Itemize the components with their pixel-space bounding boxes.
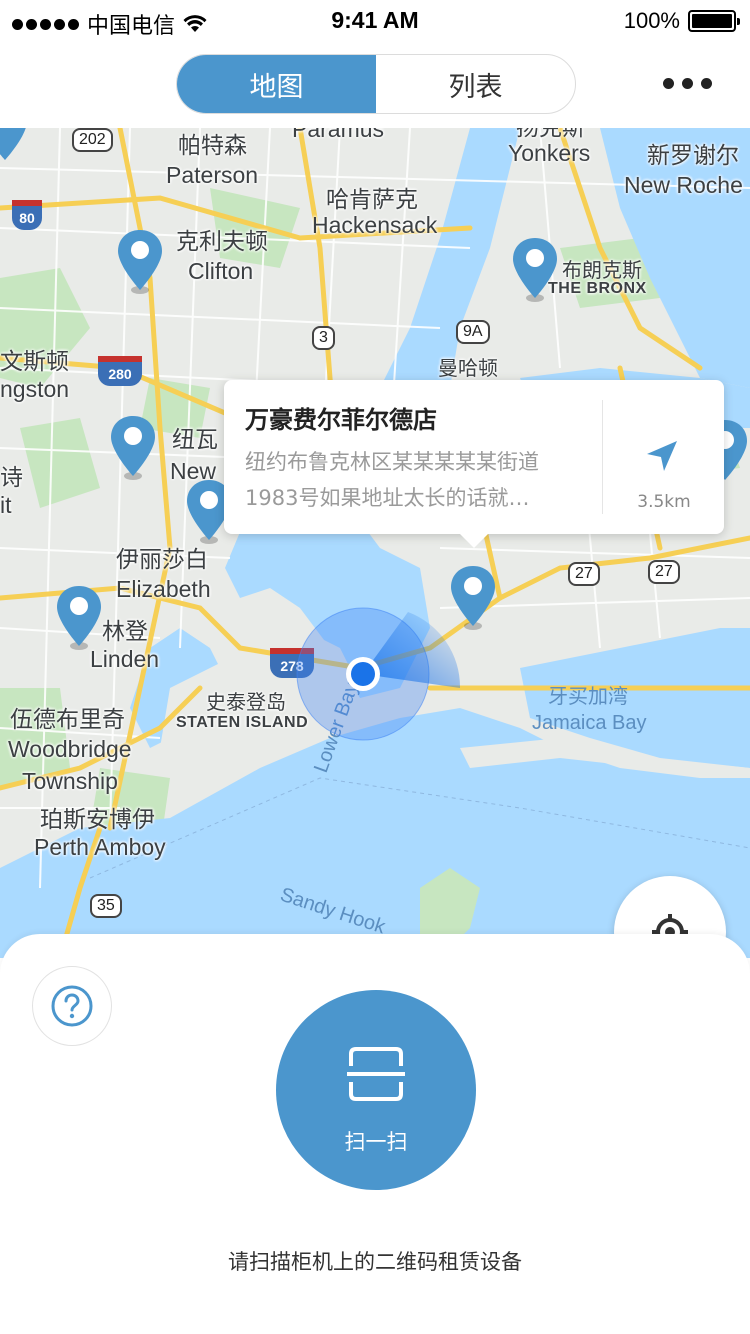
scan-button[interactable]: 扫一扫 xyxy=(276,990,476,1190)
store-pin-icon[interactable] xyxy=(115,228,165,298)
map-label-staten: STATEN ISLAND xyxy=(176,714,309,731)
map-label-hackensack: Hackensack xyxy=(312,212,438,238)
map-label-newrochelle-cn: 新罗谢尔 xyxy=(647,142,739,168)
map-label-left: it xyxy=(0,492,12,518)
map-label-jamaica-cn: 牙买加湾 xyxy=(548,686,628,708)
map-label-yonkers-cn: 扬克斯 xyxy=(516,128,585,140)
map-label-clifton-cn: 克利夫顿 xyxy=(176,228,268,254)
bottom-panel: 扫一扫 请扫描柜机上的二维码租赁设备 xyxy=(0,934,750,1334)
map-label-hackensack-cn: 哈肯萨克 xyxy=(326,186,418,212)
map-label-linden-cn: 林登 xyxy=(102,618,148,644)
map-label-woodbridge: Woodbridge xyxy=(8,736,132,762)
app-root: 中国电信 9:41 AM 100% 地图 列表 Paramus Yonkers … xyxy=(0,0,750,1334)
more-button[interactable] xyxy=(663,78,712,89)
scan-hint: 请扫描柜机上的二维码租赁设备 xyxy=(228,1250,522,1274)
map-label-left-cn: 诗 xyxy=(0,464,23,490)
store-address-line2: 1983号如果地址太长的话就… xyxy=(245,486,530,510)
map-label-perth-cn: 珀斯安博伊 xyxy=(40,806,155,832)
current-location-marker xyxy=(296,607,461,741)
nav-bar: 地图 列表 xyxy=(0,40,750,128)
store-pin-icon[interactable] xyxy=(510,236,560,306)
view-segmented-control: 地图 列表 xyxy=(176,54,576,114)
map-label-jamaica: Jamaica Bay xyxy=(532,712,647,734)
battery-icon xyxy=(688,10,740,32)
map-label-woodbridge-cn: 伍德布里奇 xyxy=(10,706,125,732)
map-view[interactable]: Paramus 扬克斯 Yonkers 帕特森 Paterson 新罗谢尔 Ne… xyxy=(0,128,750,958)
store-distance: 3.5km xyxy=(637,492,691,512)
store-pin-icon[interactable] xyxy=(108,414,158,484)
map-label-newark-cn: 纽瓦 xyxy=(172,426,218,452)
store-pin-icon[interactable] xyxy=(0,128,30,168)
map-label-yonkers: Yonkers xyxy=(508,140,591,166)
route-202-shield: 202 xyxy=(72,128,113,152)
battery-percent: 100% xyxy=(623,8,680,33)
store-address-line1: 纽约布鲁克林区某某某某某街道 xyxy=(245,450,539,474)
tab-map[interactable]: 地图 xyxy=(177,55,376,113)
map-label-bronx: THE BRONX xyxy=(548,280,647,297)
map-label-livingston: ngston xyxy=(0,376,70,402)
store-name: 万豪费尔菲尔德店 xyxy=(245,406,437,434)
map-label-clifton: Clifton xyxy=(188,258,254,284)
route-27-shield: 27 xyxy=(568,562,600,586)
store-address: 纽约布鲁克林区某某某某某街道 1983号如果地址太长的话就… xyxy=(245,444,585,516)
status-bar: 中国电信 9:41 AM 100% xyxy=(0,0,750,40)
navigate-icon[interactable] xyxy=(644,438,680,474)
interstate-80-shield: 80 xyxy=(12,200,42,230)
map-label-paramus: Paramus xyxy=(292,128,385,142)
map-label-paterson: Paterson xyxy=(166,162,259,188)
interstate-280-shield: 280 xyxy=(98,356,142,386)
scan-icon xyxy=(347,1047,405,1101)
scan-label: 扫一扫 xyxy=(344,1130,408,1154)
route-9a-shield: 9A xyxy=(456,320,490,344)
card-divider xyxy=(602,400,603,514)
tab-list[interactable]: 列表 xyxy=(376,55,575,113)
map-label-perth: Perth Amboy xyxy=(34,834,166,860)
store-info-card[interactable]: 万豪费尔菲尔德店 纽约布鲁克林区某某某某某街道 1983号如果地址太长的话就… … xyxy=(224,380,724,548)
store-pin-icon[interactable] xyxy=(54,584,104,654)
route-3-shield: 3 xyxy=(312,326,335,350)
map-label-township: Township xyxy=(22,768,118,794)
help-button[interactable] xyxy=(32,966,112,1046)
status-right: 100% xyxy=(623,8,740,34)
route-35-shield: 35 xyxy=(90,894,122,918)
map-label-livingston-cn: 文斯顿 xyxy=(0,348,69,374)
map-label-paterson-cn: 帕特森 xyxy=(178,132,247,158)
map-label-elizabeth: Elizabeth xyxy=(116,576,211,602)
map-label-manhattan-cn: 曼哈顿 xyxy=(438,358,498,380)
map-label-staten-cn: 史泰登岛 xyxy=(206,692,286,714)
map-label-newrochelle: New Roche xyxy=(624,172,743,198)
map-label-elizabeth-cn: 伊丽莎白 xyxy=(116,546,208,572)
route-27b-shield: 27 xyxy=(648,560,680,584)
question-icon xyxy=(51,985,93,1027)
